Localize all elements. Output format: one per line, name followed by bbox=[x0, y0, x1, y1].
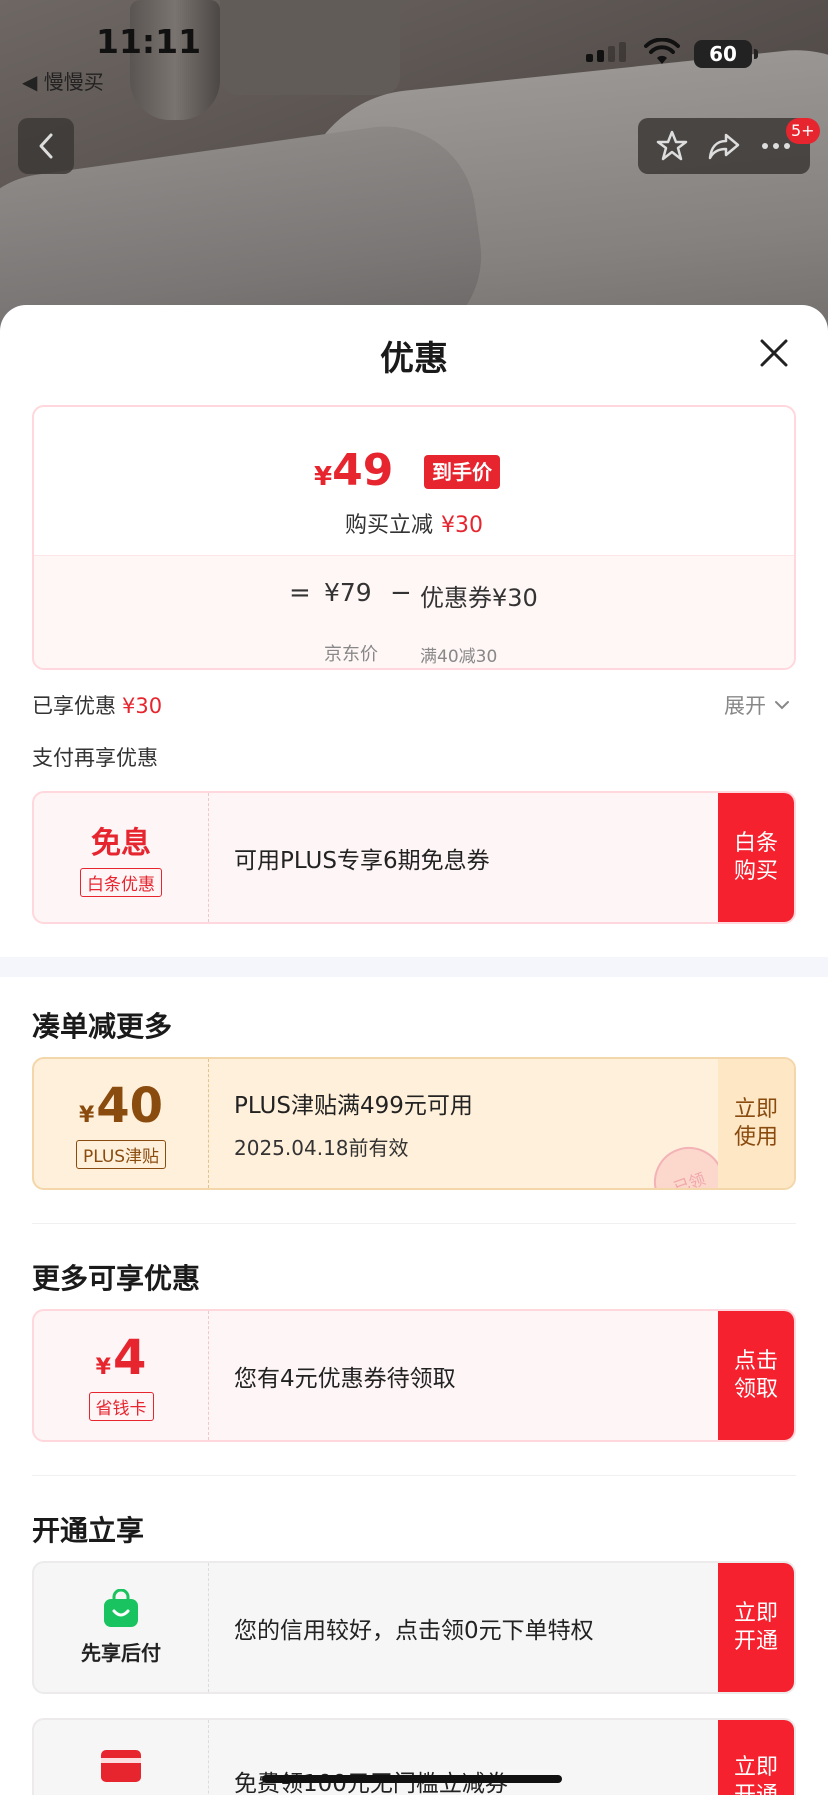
coupon-divider bbox=[208, 1720, 209, 1795]
coupon-description: PLUS津贴满499元可用 bbox=[234, 1093, 473, 1119]
final-price-value: 49 bbox=[332, 445, 394, 496]
back-button[interactable] bbox=[18, 118, 74, 174]
divider bbox=[32, 1475, 796, 1476]
final-price: ¥ 49 bbox=[314, 445, 393, 496]
pay-later-row: 先享后付 您的信用较好，点击领0元下单特权 立即开通 bbox=[32, 1561, 796, 1694]
coupon-text: 您的信用较好，点击领0元下单特权 bbox=[234, 1563, 594, 1692]
instant-reduce-line: 购买立减 ¥30 bbox=[34, 507, 794, 539]
coupon-divider bbox=[208, 1563, 209, 1692]
coupon-amount: ¥ 4 bbox=[96, 1330, 147, 1386]
plus-subsidy-tag: PLUS津贴 bbox=[75, 1140, 167, 1169]
reduce-label: 购买立减 bbox=[344, 513, 433, 538]
pay-later-label: 先享后付 bbox=[81, 1641, 161, 1665]
coupon-left bbox=[34, 1720, 208, 1795]
save-card-tag: 省钱卡 bbox=[88, 1392, 154, 1421]
discount-sheet: 优惠 ¥ 49 到手价 购买立减 ¥30 = ¥79 − 优惠券¥30 京东价 满… bbox=[0, 305, 828, 1795]
nav-actions bbox=[638, 118, 810, 174]
shopping-bag-icon bbox=[104, 1589, 138, 1627]
coupon-description: 您的信用较好，点击领0元下单特权 bbox=[234, 1617, 594, 1644]
chevron-left-icon bbox=[39, 133, 53, 159]
close-icon[interactable] bbox=[756, 335, 792, 371]
save-money-card-coupon: ¥ 4 省钱卡 您有4元优惠券待领取 点击领取 bbox=[32, 1309, 796, 1442]
currency-symbol: ¥ bbox=[78, 1103, 95, 1128]
expand-button[interactable]: 展开 bbox=[724, 690, 790, 720]
reduce-value: ¥30 bbox=[441, 513, 483, 538]
coupon-description: 您有4元优惠券待领取 bbox=[234, 1365, 456, 1392]
jd-price-value: ¥79 bbox=[324, 578, 372, 607]
coupon-text: 可用PLUS专享6期免息券 bbox=[234, 793, 490, 922]
message-count-badge: 5+ bbox=[786, 118, 820, 144]
final-price-tag: 到手价 bbox=[424, 455, 500, 489]
enjoyed-value: ¥30 bbox=[122, 694, 163, 718]
enjoyed-discount: 已享优惠 ¥30 bbox=[32, 690, 162, 720]
coupon-text: PLUS津贴满499元可用 2025.04.18前有效 bbox=[234, 1059, 473, 1188]
coupon-amount-value: 4 bbox=[112, 1330, 147, 1386]
coupon-condition: 满40减30 bbox=[420, 647, 498, 667]
jd-price-label: 京东价 bbox=[324, 644, 378, 665]
baitiao-buy-button[interactable]: 白条购买 bbox=[718, 793, 794, 922]
open-now-button[interactable]: 立即开通 bbox=[718, 1563, 794, 1692]
equals-sign: = bbox=[289, 578, 311, 608]
coupon-divider bbox=[208, 793, 209, 922]
coupon-left: ¥ 40 PLUS津贴 bbox=[34, 1059, 208, 1188]
battery-icon: 60 bbox=[694, 40, 758, 68]
coupon-description: 可用PLUS专享6期免息券 bbox=[234, 847, 490, 874]
expand-label: 展开 bbox=[724, 694, 766, 718]
coupon-divider bbox=[208, 1311, 209, 1440]
currency-symbol: ¥ bbox=[95, 1355, 111, 1380]
divider bbox=[32, 1223, 796, 1224]
price-summary-card: ¥ 49 到手价 购买立减 ¥30 = ¥79 − 优惠券¥30 京东价 满40减… bbox=[32, 405, 796, 670]
baitiao-coupon: 免息 白条优惠 可用PLUS专享6期免息券 白条购买 bbox=[32, 791, 796, 924]
section-title-open: 开通立享 bbox=[32, 1514, 145, 1547]
home-indicator[interactable] bbox=[262, 1775, 562, 1783]
coupon-text: 免费领100元无门槛立减券 bbox=[234, 1720, 508, 1795]
status-time: 11:11 bbox=[96, 22, 202, 61]
price-breakdown: = ¥79 − 优惠券¥30 京东价 满40减30 bbox=[34, 555, 794, 668]
interest-free-label: 免息 bbox=[91, 826, 151, 861]
chevron-down-icon bbox=[775, 701, 789, 710]
coupon-text: 您有4元优惠券待领取 bbox=[234, 1311, 456, 1440]
plus-subsidy-coupon: ¥ 40 PLUS津贴 PLUS津贴满499元可用 2025.04.18前有效 … bbox=[32, 1057, 796, 1190]
enjoyed-label: 已享优惠 bbox=[32, 694, 116, 718]
coupon-left: 先享后付 bbox=[34, 1563, 208, 1692]
open-now-button[interactable]: 立即开通 bbox=[718, 1720, 794, 1795]
pay-more-label: 支付再享优惠 bbox=[32, 746, 158, 770]
credit-card-icon bbox=[101, 1750, 141, 1782]
status-bar: 11:11 ◀ 慢慢买 60 bbox=[0, 0, 828, 100]
coupon-divider bbox=[208, 1059, 209, 1188]
share-icon[interactable] bbox=[707, 129, 741, 163]
coupon-left: 免息 白条优惠 bbox=[34, 793, 208, 922]
minus-sign: − bbox=[390, 578, 412, 608]
coupon-expiry: 2025.04.18前有效 bbox=[234, 1136, 409, 1160]
coupon-amount-value: 40 bbox=[96, 1078, 164, 1134]
coupon-value: 优惠券¥30 bbox=[420, 584, 538, 612]
claim-button[interactable]: 点击领取 bbox=[718, 1311, 794, 1440]
wifi-icon bbox=[644, 38, 680, 64]
back-to-app-link[interactable]: ◀ 慢慢买 bbox=[22, 66, 104, 95]
baitiao-tag: 白条优惠 bbox=[80, 868, 162, 897]
sheet-title: 优惠 bbox=[380, 339, 448, 379]
star-favorite-icon[interactable] bbox=[655, 129, 689, 163]
use-now-button[interactable]: 立即使用 bbox=[718, 1059, 794, 1188]
coupon-amount: ¥ 40 bbox=[79, 1078, 163, 1134]
final-price-section: ¥ 49 到手价 购买立减 ¥30 bbox=[34, 407, 794, 555]
currency-symbol: ¥ bbox=[314, 462, 333, 492]
cellular-signal-icon bbox=[586, 42, 626, 62]
section-title-combine: 凑单减更多 bbox=[32, 1010, 173, 1043]
section-title-more: 更多可享优惠 bbox=[32, 1262, 201, 1295]
coupon-left: ¥ 4 省钱卡 bbox=[34, 1311, 208, 1440]
section-separator bbox=[0, 957, 828, 977]
free-coupon-row: 免费领100元无门槛立减券 立即开通 bbox=[32, 1718, 796, 1795]
